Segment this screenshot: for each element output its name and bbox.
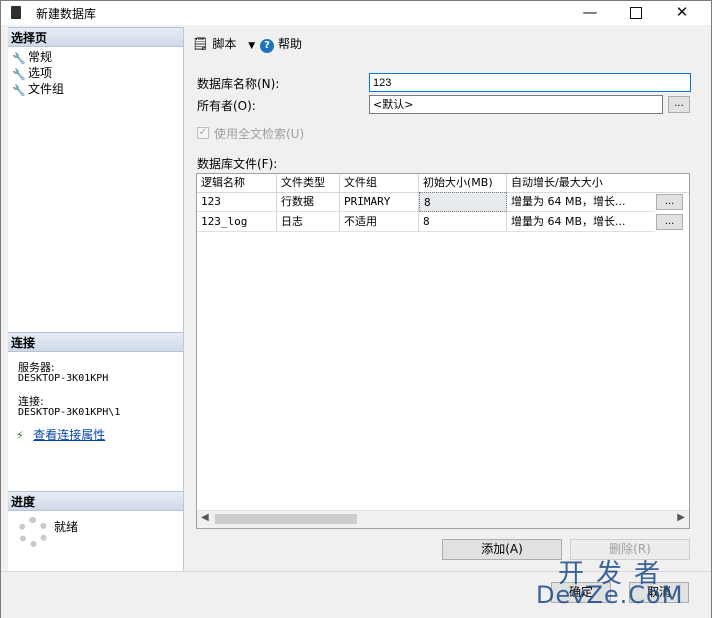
row1-size[interactable]: 8 (419, 212, 507, 232)
connection-header: 连接 (8, 332, 183, 352)
row1-growth[interactable]: 增量为 64 MB，增长... (507, 212, 655, 232)
page-options-label: 选项 (28, 66, 53, 80)
connection-value: DESKTOP-3K01KPH\1 (18, 407, 121, 418)
wrench-icon: 🔧 (12, 84, 26, 97)
minimize-button[interactable]: — (567, 1, 613, 25)
wrench-icon: 🔧 (12, 52, 26, 65)
col-filegroup[interactable]: 文件组 (340, 174, 419, 192)
help-label: 帮助 (278, 37, 303, 51)
chevron-down-icon: ▼ (248, 41, 256, 51)
app-icon (11, 6, 21, 19)
progress-header: 进度 (8, 491, 183, 511)
watermark-logo: 开发者 DevZe.CoM (536, 553, 706, 613)
col-autogrowth[interactable]: 自动增长/最大大小 (507, 174, 687, 192)
window-title: 新建数据库 (36, 7, 97, 21)
row0-filegroup[interactable]: PRIMARY (340, 192, 419, 212)
row1-growth-button[interactable]: ... (656, 214, 683, 230)
maximize-button[interactable] (613, 1, 659, 25)
view-connection-properties-link[interactable]: 查看连接属性 (33, 428, 105, 442)
horizontal-scrollbar[interactable]: ◀ ▶ (197, 510, 689, 528)
col-initial-size[interactable]: 初始大小(MB) (419, 174, 507, 192)
row0-size[interactable]: 8 (419, 192, 507, 212)
row1-type[interactable]: 日志 (277, 212, 340, 232)
row0-growth-button[interactable]: ... (656, 194, 683, 210)
title-bar: 新建数据库 — ✕ (1, 1, 711, 25)
close-button[interactable]: ✕ (659, 1, 705, 25)
row1-filegroup[interactable]: 不适用 (340, 212, 419, 232)
help-icon: ? (260, 39, 274, 53)
fulltext-checkbox[interactable]: ✓ (197, 127, 209, 139)
row0-name[interactable]: 123 (197, 192, 277, 212)
progress-spinner-icon (18, 517, 48, 547)
general-page: 🗒 脚本 ▼ ?帮助 数据库名称(N): 所有者(O): <默认> ... ✓ … (184, 27, 711, 571)
left-pane: 选择页 🔧 常规 🔧 选项 🔧 文件组 连接 服务器: DESKTOP-3K01KPH… (8, 27, 184, 571)
server-value: DESKTOP-3K01KPH (18, 373, 109, 384)
owner-browse-button[interactable]: ... (668, 96, 690, 113)
help-button[interactable]: ? 帮助 (260, 35, 302, 53)
owner-label: 所有者(O): (197, 99, 256, 113)
script-icon: 🗒 (192, 37, 209, 52)
connection-properties-icon: ⚡ (16, 429, 24, 442)
scrollbar-thumb[interactable] (215, 514, 357, 524)
select-page-header: 选择页 (8, 27, 183, 47)
grid-header: 逻辑名称 文件类型 文件组 初始大小(MB) 自动增长/最大大小 (197, 174, 689, 193)
fulltext-label: 使用全文检索(U) (214, 127, 305, 141)
view-connection-properties[interactable]: ⚡ 查看连接属性 (16, 426, 105, 443)
page-filegroups-label: 文件组 (28, 82, 65, 96)
page-general[interactable]: 🔧 常规 (12, 49, 52, 65)
scroll-left-icon[interactable]: ◀ (201, 512, 209, 523)
script-label: 脚本 (212, 37, 237, 51)
maximize-icon (630, 7, 642, 19)
watermark-line2: DevZe.CoM (536, 581, 684, 609)
row1-name[interactable]: 123_log (197, 212, 277, 232)
db-name-label: 数据库名称(N): (197, 77, 280, 91)
page-options[interactable]: 🔧 选项 (12, 65, 52, 81)
progress-status: 就绪 (54, 520, 79, 534)
row0-type[interactable]: 行数据 (277, 192, 340, 212)
new-database-dialog: 新建数据库 — ✕ 选择页 🔧 常规 🔧 选项 🔧 文件组 连接 服务器: DESKT… (0, 0, 712, 618)
col-file-type[interactable]: 文件类型 (277, 174, 340, 192)
script-button[interactable]: 🗒 脚本 ▼ (192, 35, 255, 52)
db-name-input[interactable] (369, 73, 691, 92)
row0-growth[interactable]: 增量为 64 MB，增长... (507, 192, 655, 212)
owner-field[interactable]: <默认> (369, 95, 663, 114)
db-files-grid: 逻辑名称 文件类型 文件组 初始大小(MB) 自动增长/最大大小 123 行数据… (196, 173, 690, 529)
wrench-icon: 🔧 (12, 68, 26, 81)
col-logical-name[interactable]: 逻辑名称 (197, 174, 277, 192)
db-files-label: 数据库文件(F): (197, 157, 278, 171)
scroll-right-icon[interactable]: ▶ (677, 512, 685, 523)
page-general-label: 常规 (28, 50, 53, 64)
page-filegroups[interactable]: 🔧 文件组 (12, 81, 64, 97)
